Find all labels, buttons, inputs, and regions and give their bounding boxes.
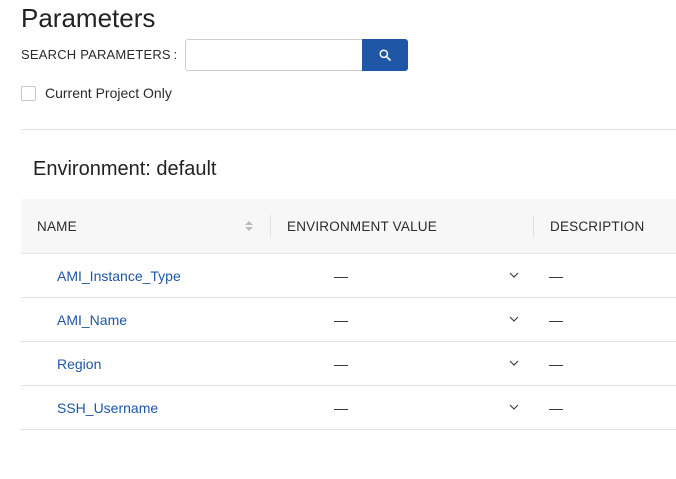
current-project-only-checkbox[interactable]: [21, 85, 36, 101]
table-header: NAME ENVIRONMENT VALUE DESCRIPTION: [21, 199, 676, 254]
parameters-page: Parameters SEARCH PARAMETERS : Current P…: [0, 0, 676, 479]
description-value: —: [549, 355, 563, 372]
description-value: —: [549, 399, 563, 416]
table-row: SSH_Username — —: [21, 386, 676, 430]
chevron-down-icon[interactable]: [508, 357, 520, 369]
search-input[interactable]: [185, 39, 362, 71]
current-project-only-filter[interactable]: Current Project Only: [21, 85, 172, 101]
page-title: Parameters: [21, 3, 156, 33]
search-label: SEARCH PARAMETERS :: [21, 47, 178, 62]
parameter-name-link[interactable]: SSH_Username: [57, 386, 158, 429]
chevron-down-icon[interactable]: [508, 313, 520, 325]
column-header-name-label: NAME: [37, 218, 77, 234]
search-button[interactable]: [362, 39, 408, 71]
chevron-down-icon[interactable]: [508, 269, 520, 281]
column-header-description-label: DESCRIPTION: [550, 218, 645, 234]
column-header-environment-value: ENVIRONMENT VALUE: [287, 199, 437, 253]
section-divider: [21, 129, 676, 130]
column-header-environment-value-label: ENVIRONMENT VALUE: [287, 218, 437, 234]
description-value: —: [549, 267, 563, 284]
parameter-name-link[interactable]: AMI_Name: [57, 298, 127, 341]
environment-heading: Environment: default: [33, 158, 217, 180]
parameter-name-link[interactable]: AMI_Instance_Type: [57, 254, 181, 297]
parameters-table: NAME ENVIRONMENT VALUE DESCRIPTION AMI_I…: [21, 199, 676, 430]
table-row: Region — —: [21, 342, 676, 386]
column-header-name[interactable]: NAME: [37, 199, 77, 253]
environment-value: —: [334, 355, 348, 372]
environment-value: —: [334, 399, 348, 416]
column-separator[interactable]: [270, 215, 271, 237]
parameter-name-link[interactable]: Region: [57, 342, 101, 385]
column-separator[interactable]: [533, 215, 534, 237]
environment-value: —: [334, 267, 348, 284]
table-row: AMI_Instance_Type — —: [21, 254, 676, 298]
environment-value: —: [334, 311, 348, 328]
table-row: AMI_Name — —: [21, 298, 676, 342]
sort-icon[interactable]: [244, 219, 254, 233]
search-icon: [379, 49, 391, 61]
chevron-down-icon[interactable]: [508, 401, 520, 413]
column-header-description: DESCRIPTION: [550, 199, 644, 253]
current-project-only-label: Current Project Only: [45, 85, 172, 101]
description-value: —: [549, 311, 563, 328]
